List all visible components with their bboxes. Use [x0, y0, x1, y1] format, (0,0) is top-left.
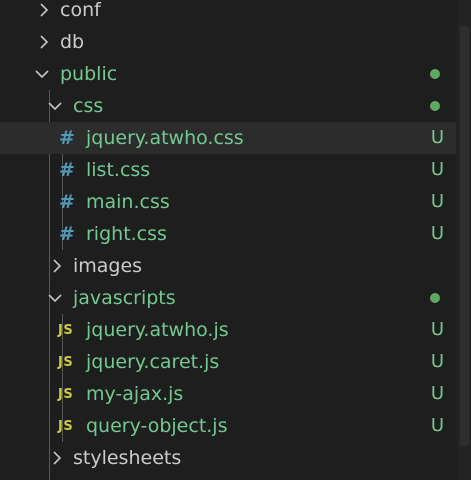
js-file-icon: JS: [58, 354, 74, 370]
modified-dot-icon: [430, 69, 440, 79]
css-file-icon: #: [59, 223, 75, 245]
file-label: jquery.atwho.css: [86, 127, 244, 149]
file-label: list.css: [86, 159, 151, 181]
folder-row-public[interactable]: public: [0, 58, 456, 90]
modified-dot-icon: [430, 101, 440, 111]
modified-dot-icon: [430, 293, 440, 303]
file-row-jquery-atwho-js[interactable]: JS jquery.atwho.js U: [0, 314, 456, 346]
file-row-right-css[interactable]: # right.css U: [0, 218, 456, 250]
scrollbar-thumb[interactable]: [460, 26, 469, 446]
explorer-scrollbar[interactable]: [457, 0, 471, 480]
file-row-query-object-js[interactable]: JS query-object.js U: [0, 410, 456, 442]
js-file-icon: JS: [58, 386, 74, 402]
untracked-badge: U: [430, 383, 444, 404]
file-row-my-ajax-js[interactable]: JS my-ajax.js U: [0, 378, 456, 410]
js-file-icon: JS: [58, 322, 74, 338]
file-row-list-css[interactable]: # list.css U: [0, 154, 456, 186]
file-label: query-object.js: [86, 415, 228, 437]
css-file-icon: #: [59, 191, 75, 213]
folder-row-conf[interactable]: conf: [0, 0, 456, 26]
file-row-jquery-caret-js[interactable]: JS jquery.caret.js U: [0, 346, 456, 378]
file-label: my-ajax.js: [86, 383, 184, 405]
file-label: jquery.caret.js: [86, 351, 220, 373]
file-label: jquery.atwho.js: [86, 319, 229, 341]
chevron-down-icon: [34, 66, 50, 82]
chevron-right-icon: [36, 2, 52, 18]
chevron-right-icon: [49, 258, 65, 274]
folder-label: images: [73, 255, 143, 277]
folder-label: conf: [60, 0, 101, 21]
untracked-badge: U: [430, 223, 444, 244]
css-file-icon: #: [59, 159, 75, 181]
folder-row-images[interactable]: images: [0, 250, 456, 282]
untracked-badge: U: [430, 319, 444, 340]
folder-row-db[interactable]: db: [0, 26, 456, 58]
untracked-badge: U: [430, 191, 444, 212]
folder-label: db: [60, 31, 85, 53]
folder-label: css: [73, 95, 104, 117]
chevron-right-icon: [49, 450, 65, 466]
chevron-right-icon: [36, 34, 52, 50]
folder-row-javascripts[interactable]: javascripts: [0, 282, 456, 314]
folder-row-stylesheets[interactable]: stylesheets: [0, 442, 456, 474]
folder-label: javascripts: [73, 287, 176, 309]
file-explorer: conf db public css # jquery.atwho.css U …: [0, 0, 471, 480]
file-row-main-css[interactable]: # main.css U: [0, 186, 456, 218]
untracked-badge: U: [430, 159, 444, 180]
file-label: right.css: [86, 223, 167, 245]
untracked-badge: U: [430, 127, 444, 148]
file-label: main.css: [86, 191, 170, 213]
untracked-badge: U: [430, 351, 444, 372]
css-file-icon: #: [59, 127, 75, 149]
folder-row-css[interactable]: css: [0, 90, 456, 122]
folder-label: public: [60, 63, 118, 85]
untracked-badge: U: [430, 415, 444, 436]
js-file-icon: JS: [58, 418, 74, 434]
chevron-down-icon: [47, 98, 63, 114]
chevron-down-icon: [47, 290, 63, 306]
folder-label: stylesheets: [73, 447, 182, 469]
file-row-jquery-atwho-css[interactable]: # jquery.atwho.css U: [0, 122, 456, 154]
